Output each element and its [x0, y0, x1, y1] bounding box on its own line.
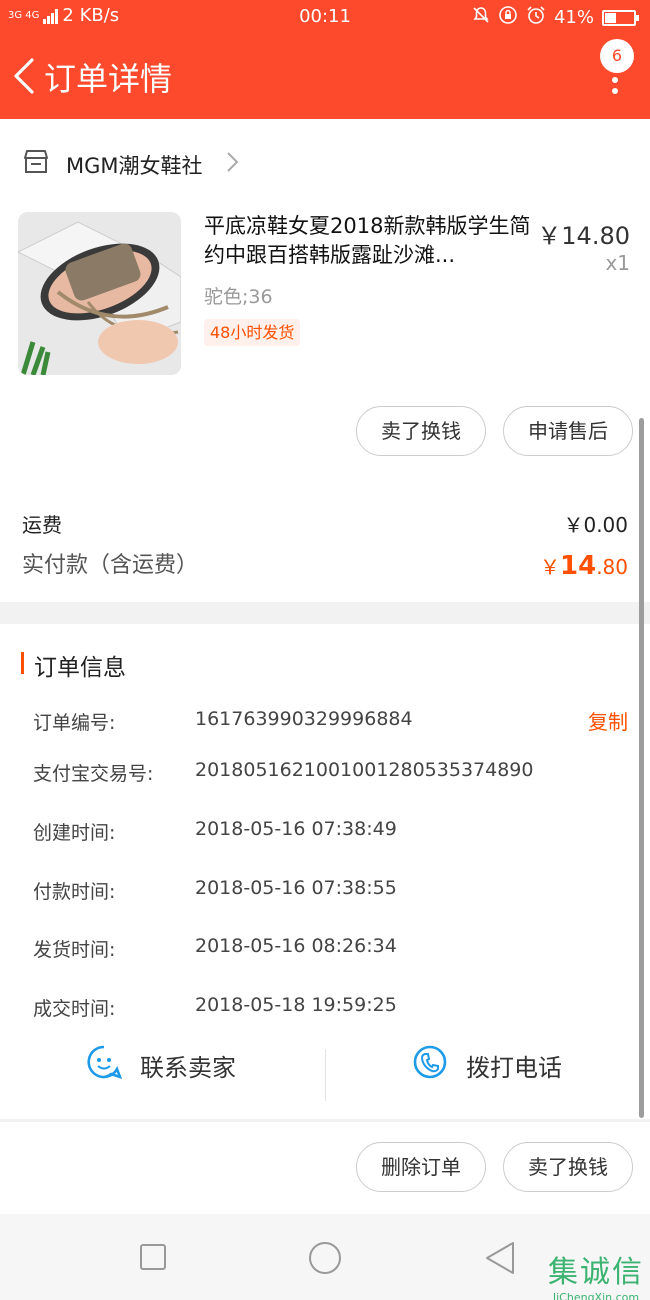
chevron-right-icon: [225, 151, 239, 179]
contact-seller-button[interactable]: 联系卖家: [86, 1044, 236, 1086]
shipping-fee-value: ￥0.00: [563, 513, 628, 537]
battery-level: [605, 12, 616, 23]
bottom-action-bar: 删除订单 卖了换钱: [0, 1122, 650, 1214]
shop-row[interactable]: MGM潮女鞋社: [22, 149, 239, 180]
created-time-value: 2018-05-16 07:38:49: [195, 818, 397, 840]
completed-time-label: 成交时间:: [33, 998, 116, 1020]
paid-time-value: 2018-05-16 07:38:55: [195, 877, 397, 899]
total-paid-value: ￥14.80: [540, 551, 628, 581]
notification-badge: 6: [600, 39, 634, 73]
order-info-card: 订单信息 订单编号: 161763990329996884 复制 支付宝交易号:…: [0, 624, 650, 1119]
sell-for-cash-button[interactable]: 卖了换钱: [356, 406, 486, 456]
shop-icon: [22, 149, 50, 180]
product-image[interactable]: [18, 212, 181, 375]
back-arrow-icon[interactable]: [10, 56, 40, 96]
paid-time-label: 付款时间:: [33, 881, 116, 903]
product-price: ￥14.80: [537, 222, 630, 250]
title-bar: 订单详情 6: [0, 34, 650, 119]
delete-order-button[interactable]: 删除订单: [356, 1142, 486, 1192]
watermark-logo: 集诚信 JiChengXin.com: [548, 1247, 644, 1300]
order-number-label: 订单编号:: [33, 712, 116, 734]
home-circle-icon[interactable]: [308, 1241, 342, 1279]
shipped-time-label: 发货时间:: [33, 939, 116, 961]
shipped-time-value: 2018-05-16 08:26:34: [195, 935, 397, 957]
product-card: MGM潮女鞋社 平底凉鞋女夏2018新款韩版学生简约中跟百搭韩版露趾沙滩... …: [0, 119, 650, 602]
phone-icon: [412, 1044, 448, 1086]
watermark-cn: 集诚信: [548, 1255, 644, 1290]
back-triangle-icon[interactable]: [484, 1241, 516, 1279]
product-quantity: x1: [605, 251, 630, 275]
shipping-fee-label: 运费: [22, 513, 62, 537]
call-phone-button[interactable]: 拨打电话: [412, 1044, 562, 1086]
total-paid-label: 实付款（含运费）: [22, 553, 199, 578]
copy-button[interactable]: 复制: [588, 706, 628, 735]
order-number-value: 161763990329996884: [195, 708, 413, 730]
shipping-tag: 48小时发货: [204, 319, 301, 346]
recents-square-icon[interactable]: [140, 1244, 166, 1274]
status-icons: 41%: [472, 5, 639, 30]
total-paid-decimal: .80: [596, 555, 628, 579]
call-phone-label: 拨打电话: [466, 1053, 562, 1082]
alipay-trade-value: 2018051621001001280535374890: [195, 759, 534, 781]
shop-name: MGM潮女鞋社: [66, 153, 203, 178]
alarm-icon: [526, 5, 546, 30]
battery-icon: [602, 9, 639, 26]
request-aftersale-button[interactable]: 申请售后: [503, 406, 633, 456]
sell-for-cash-bottom-button[interactable]: 卖了换钱: [503, 1142, 633, 1192]
product-sku: 驼色;36: [204, 286, 273, 308]
battery-percent: 41%: [553, 7, 594, 28]
action-divider: [325, 1049, 326, 1101]
product-title[interactable]: 平底凉鞋女夏2018新款韩版学生简约中跟百搭韩版露趾沙滩...: [204, 212, 534, 270]
bell-mute-icon: [472, 6, 490, 29]
page-title: 订单详情: [44, 60, 173, 98]
watermark-en: JiChengXin.com: [552, 1291, 640, 1300]
section-accent-bar: [21, 652, 24, 674]
total-paid-integer: 14: [560, 551, 597, 581]
completed-time-value: 2018-05-18 19:59:25: [195, 994, 397, 1016]
chat-bubble-icon: [86, 1044, 123, 1086]
alipay-trade-label: 支付宝交易号:: [33, 763, 154, 785]
created-time-label: 创建时间:: [33, 822, 116, 844]
currency-symbol: ￥: [540, 555, 560, 579]
rotation-lock-icon: [498, 5, 518, 30]
scrollbar[interactable]: [639, 418, 644, 1118]
contact-seller-label: 联系卖家: [140, 1053, 236, 1082]
order-info-title: 订单信息: [34, 655, 126, 681]
status-bar: 3G 4G 2 KB/s 00:11 41%: [0, 0, 650, 34]
